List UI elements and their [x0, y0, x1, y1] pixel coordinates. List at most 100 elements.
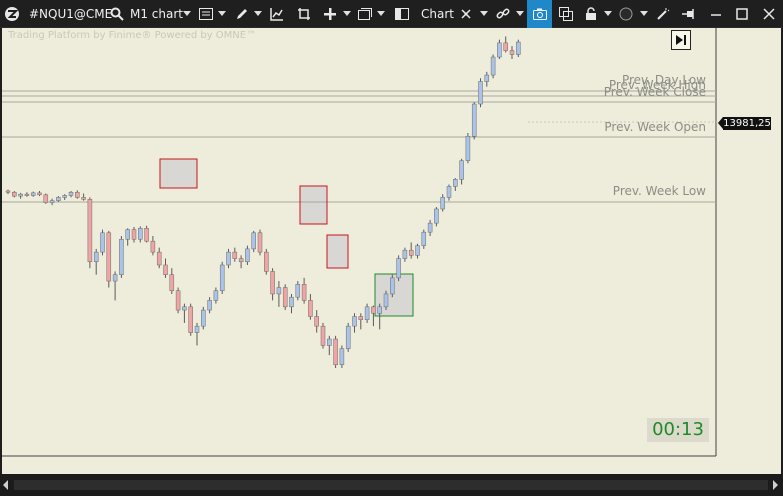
timeframe-selector[interactable]: M1 chart	[130, 0, 183, 28]
scroll-left-icon[interactable]	[3, 480, 8, 490]
level-lines: Prev. Day Low Prev. Week High Prev. Week…	[2, 73, 720, 203]
camera-icon[interactable]	[527, 0, 552, 28]
candle-bull	[396, 258, 401, 279]
candle-bear	[282, 287, 288, 308]
supply-zone[interactable]	[299, 185, 328, 225]
copy-icon[interactable]	[556, 0, 576, 28]
scroll-track[interactable]	[14, 480, 768, 490]
candle-bull	[201, 309, 206, 327]
minimize-icon[interactable]	[705, 0, 727, 28]
candle-bear	[509, 50, 515, 55]
candle-bull	[49, 200, 55, 203]
chevron-down-icon[interactable]	[640, 11, 648, 16]
candle-bear	[87, 199, 93, 263]
supply-zone[interactable]	[159, 158, 198, 189]
candle-bull	[402, 249, 408, 259]
chevron-down-icon[interactable]	[343, 11, 351, 16]
candle-bull	[125, 229, 130, 240]
candle-bull	[226, 251, 231, 266]
magic-icon[interactable]	[653, 0, 673, 28]
maximize-icon[interactable]	[731, 0, 753, 28]
candle-bear	[75, 191, 80, 198]
toolbar: #NQU1@CME M1 chart Chart	[0, 0, 783, 28]
chevron-down-icon[interactable]	[516, 11, 524, 16]
candle-bull	[30, 192, 36, 196]
app-logo-icon[interactable]	[2, 0, 22, 28]
candle-bear	[37, 192, 42, 196]
level-label-prev-week-close: Prev. Week Close	[604, 85, 706, 99]
candle-bear	[131, 229, 137, 240]
search-icon[interactable]	[108, 0, 126, 28]
candle-bull	[339, 348, 345, 366]
candle-bull	[295, 284, 301, 298]
window-icon[interactable]	[355, 0, 375, 28]
candle-bull	[182, 306, 187, 311]
horizontal-scrollbar[interactable]	[0, 474, 783, 496]
candle-bull	[112, 274, 118, 282]
candle-bear	[270, 271, 275, 295]
go-to-end-button[interactable]	[671, 30, 691, 50]
candle-bear	[106, 232, 112, 282]
candle-bear	[175, 290, 181, 311]
chevron-down-icon[interactable]	[218, 11, 226, 16]
crop-icon[interactable]	[294, 0, 314, 28]
supply-zone[interactable]	[326, 234, 349, 269]
chart-canvas[interactable]: Trading Platform by Finime® Powered by O…	[2, 28, 781, 474]
watermark-text: Trading Platform by Finime® Powered by O…	[7, 30, 256, 41]
price-chart[interactable]: Trading Platform by Finime® Powered by O…	[2, 28, 781, 474]
candle-bull	[68, 191, 74, 196]
link-icon[interactable]	[493, 0, 513, 28]
chevron-down-icon[interactable]	[254, 11, 262, 16]
chevron-down-icon[interactable]	[480, 11, 488, 16]
candle-bull	[245, 248, 250, 263]
level-label-prev-week-low: Prev. Week Low	[613, 184, 706, 198]
candle-bull	[213, 290, 219, 301]
chevron-down-icon[interactable]	[604, 11, 612, 16]
candle-bull	[434, 208, 439, 224]
line-chart-icon[interactable]	[267, 0, 287, 28]
candle-bull	[327, 338, 332, 346]
symbol-label[interactable]: #NQU1@CME	[29, 0, 112, 28]
book-icon[interactable]	[392, 0, 412, 28]
candle-bull	[440, 197, 445, 210]
candle-bull	[471, 103, 477, 137]
close-icon[interactable]	[758, 0, 780, 28]
candle-bull	[390, 277, 395, 295]
candle-bear	[150, 240, 156, 253]
pen-icon[interactable]	[232, 0, 252, 28]
scroll-right-icon[interactable]	[773, 480, 778, 490]
level-label-prev-week-open: Prev. Week Open	[604, 120, 706, 134]
candle-bear	[408, 249, 414, 256]
candle-bear	[503, 42, 508, 51]
candle-bull	[383, 293, 389, 308]
candle-bull	[289, 296, 294, 308]
chart-type-selector[interactable]: Chart	[421, 0, 454, 28]
candle-bear	[24, 193, 30, 196]
chevron-down-icon[interactable]	[377, 11, 385, 16]
candle-bear	[320, 325, 326, 346]
candle-bull	[138, 228, 143, 240]
candle-bull	[446, 186, 452, 198]
candle-bull	[93, 251, 99, 263]
candle-bear	[12, 191, 17, 197]
candle-bear	[232, 251, 238, 259]
candle-bull	[490, 56, 496, 76]
candle-bull	[459, 160, 464, 180]
candle-bear	[358, 316, 364, 320]
candle-bear	[238, 258, 244, 263]
lock-icon[interactable]	[582, 0, 600, 28]
cross-icon[interactable]	[456, 0, 476, 28]
current-price-tag: 13981,25	[718, 117, 771, 130]
circle-icon[interactable]	[617, 0, 635, 28]
candle-bull	[18, 193, 23, 197]
plus-icon[interactable]	[320, 0, 340, 28]
candle-bull	[478, 81, 483, 105]
pin-icon[interactable]	[679, 0, 699, 28]
candle-bull	[276, 287, 282, 295]
chevron-down-icon[interactable]	[183, 11, 191, 16]
candle-bear	[81, 197, 86, 200]
candle-bear	[144, 228, 149, 242]
candle-bull	[56, 197, 61, 201]
list-icon[interactable]	[196, 0, 216, 28]
candle-bull	[484, 74, 490, 82]
